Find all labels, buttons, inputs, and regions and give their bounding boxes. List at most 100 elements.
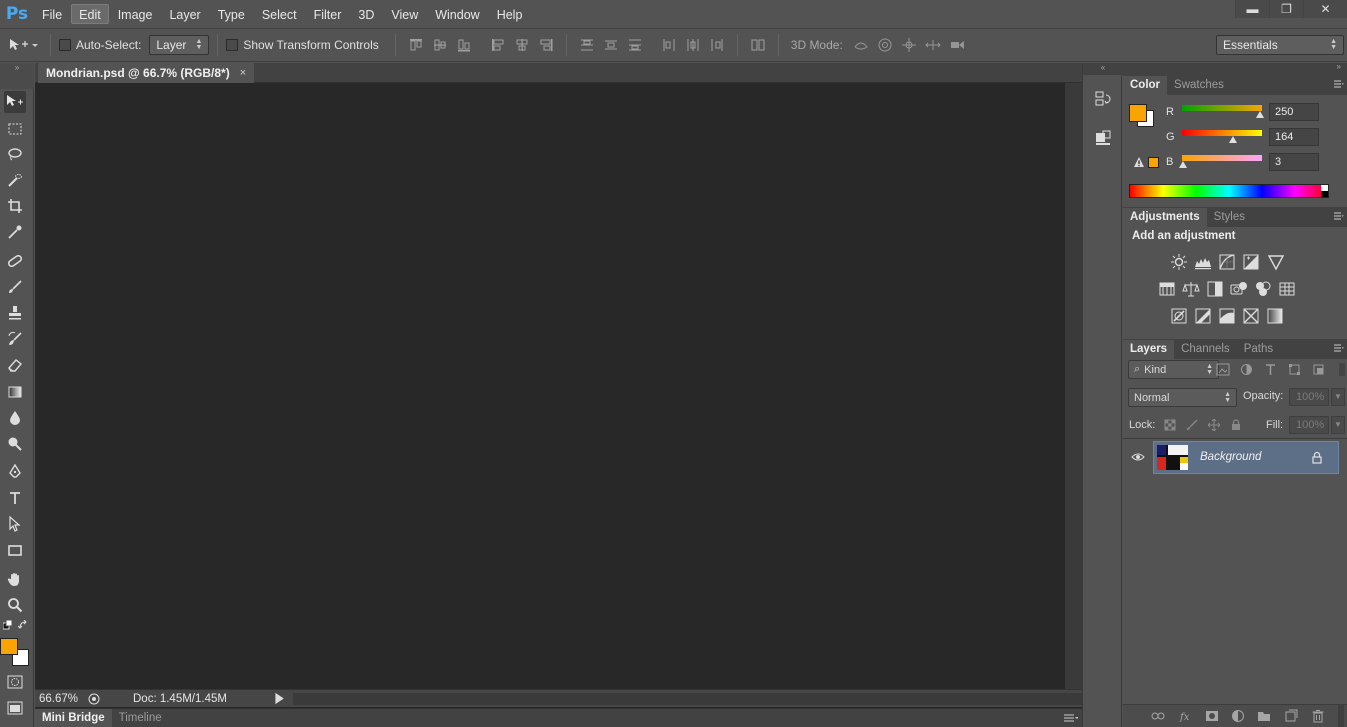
default-colors-icon[interactable] [3, 620, 13, 630]
menu-filter[interactable]: Filter [306, 4, 350, 24]
fill-slider-toggle[interactable]: ▼ [1331, 416, 1345, 434]
delete-layer-trash-icon[interactable] [1311, 709, 1325, 723]
new-adjustment-layer-icon[interactable] [1231, 709, 1245, 723]
minimize-button[interactable]: ▬ [1235, 0, 1269, 18]
filter-pixel-icon[interactable] [1216, 363, 1230, 376]
red-slider-thumb[interactable] [1256, 111, 1264, 118]
blue-value-field[interactable]: 3 [1269, 153, 1319, 171]
black-white-icon[interactable] [1206, 280, 1224, 298]
red-slider-track[interactable] [1182, 105, 1262, 111]
3d-panel-icon[interactable] [1093, 128, 1113, 148]
panel-menu-icon[interactable] [1064, 713, 1078, 723]
filter-shape-icon[interactable] [1288, 363, 1301, 376]
menu-image[interactable]: Image [110, 4, 161, 24]
tab-channels[interactable]: Channels [1174, 340, 1237, 359]
green-slider-thumb[interactable] [1229, 136, 1237, 143]
panel-menu-icon[interactable] [1334, 212, 1344, 221]
auto-align-layers-icon[interactable] [750, 37, 766, 53]
menu-layer[interactable]: Layer [161, 4, 208, 24]
tab-adjustments[interactable]: Adjustments [1123, 208, 1207, 227]
lock-all-icon[interactable] [1230, 419, 1242, 431]
screen-mode-button[interactable] [4, 697, 26, 719]
history-panel-icon[interactable] [1093, 89, 1113, 109]
lock-position-icon[interactable] [1208, 419, 1220, 431]
menu-type[interactable]: Type [210, 4, 253, 24]
foreground-color-swatch[interactable] [1129, 104, 1147, 122]
align-bottom-edges-icon[interactable] [456, 37, 472, 53]
3d-scale-icon[interactable] [949, 37, 965, 53]
align-right-edges-icon[interactable] [538, 37, 554, 53]
green-value-field[interactable]: 164 [1269, 128, 1319, 146]
vertical-scrollbar[interactable] [1065, 83, 1082, 690]
horizontal-scrollbar[interactable] [293, 692, 1082, 705]
panel-menu-icon[interactable] [1334, 344, 1344, 353]
auto-select-checkbox[interactable] [59, 39, 71, 51]
levels-icon[interactable] [1194, 253, 1212, 271]
color-balance-icon[interactable] [1182, 280, 1200, 298]
distribute-right-icon[interactable] [709, 37, 725, 53]
layer-filter-kind-dropdown[interactable]: ⌕ Kind ▲ ▼ [1128, 360, 1219, 379]
menu-window[interactable]: Window [427, 4, 487, 24]
eye-visibility-icon[interactable] [1131, 452, 1145, 462]
filter-smart-object-icon[interactable] [1312, 363, 1325, 376]
lasso-tool[interactable] [4, 143, 26, 165]
dock-grip[interactable]: » [1123, 62, 1347, 75]
3d-roll-icon[interactable] [877, 37, 893, 53]
fill-field[interactable]: 100% [1289, 416, 1329, 434]
history-brush-tool[interactable] [4, 328, 26, 350]
spot-healing-brush-tool[interactable] [4, 250, 26, 272]
align-left-edges-icon[interactable] [490, 37, 506, 53]
color-lookup-icon[interactable] [1278, 280, 1296, 298]
menu-help[interactable]: Help [489, 4, 531, 24]
quick-selection-tool[interactable] [4, 169, 26, 191]
quick-mask-button[interactable] [4, 671, 26, 693]
pen-tool[interactable] [4, 461, 26, 483]
threshold-icon[interactable] [1218, 307, 1236, 325]
layer-style-fx-icon[interactable]: fx [1179, 709, 1193, 723]
menu-edit[interactable]: Edit [71, 4, 109, 24]
collapse-grip[interactable]: « [1083, 63, 1123, 75]
zoom-level[interactable]: 66.67% [35, 693, 85, 705]
add-mask-icon[interactable] [1205, 709, 1219, 723]
tab-swatches[interactable]: Swatches [1167, 76, 1231, 95]
opacity-slider-toggle[interactable]: ▼ [1331, 388, 1345, 406]
clone-stamp-tool[interactable] [4, 302, 26, 324]
channel-mixer-icon[interactable] [1254, 280, 1272, 298]
auto-select-target-dropdown[interactable]: Layer ▲ ▼ [149, 35, 210, 55]
lock-image-pixels-icon[interactable] [1186, 419, 1198, 431]
filter-toggle[interactable] [1339, 363, 1345, 376]
type-tool[interactable] [4, 487, 26, 509]
selective-color-icon[interactable] [1242, 307, 1260, 325]
move-tool[interactable] [4, 91, 26, 113]
tab-color[interactable]: Color [1123, 76, 1168, 95]
tab-layers[interactable]: Layers [1123, 340, 1175, 359]
3d-pan-icon[interactable] [901, 37, 917, 53]
menu-file[interactable]: File [34, 4, 70, 24]
posterize-icon[interactable] [1194, 307, 1212, 325]
gamut-color-swatch[interactable] [1148, 157, 1159, 168]
distribute-bottom-icon[interactable] [627, 37, 643, 53]
close-tab-icon[interactable]: × [240, 67, 246, 79]
distribute-top-icon[interactable] [579, 37, 595, 53]
invert-icon[interactable] [1170, 307, 1188, 325]
menu-view[interactable]: View [383, 4, 426, 24]
filter-type-icon[interactable] [1264, 363, 1277, 376]
gradient-map-icon[interactable] [1266, 307, 1284, 325]
align-horizontal-centers-icon[interactable] [514, 37, 530, 53]
move-tool-preset-icon[interactable] [8, 34, 42, 56]
hue-saturation-icon[interactable] [1158, 280, 1176, 298]
status-info-icon[interactable] [85, 692, 103, 706]
exposure-icon[interactable] [1242, 253, 1260, 271]
layers-scrollbar[interactable] [1338, 705, 1344, 727]
link-layers-icon[interactable] [1151, 709, 1165, 723]
tools-panel-grip[interactable]: » [0, 63, 34, 89]
photo-filter-icon[interactable] [1230, 280, 1248, 298]
vibrance-icon[interactable] [1267, 253, 1285, 271]
tab-styles[interactable]: Styles [1207, 208, 1252, 227]
align-vertical-centers-icon[interactable] [432, 37, 448, 53]
path-selection-tool[interactable] [4, 513, 26, 535]
layer-row[interactable]: Background [1123, 441, 1347, 475]
rectangular-marquee-tool[interactable] [4, 118, 26, 140]
tab-timeline[interactable]: Timeline [112, 709, 169, 727]
panel-menu-icon[interactable] [1334, 80, 1344, 89]
